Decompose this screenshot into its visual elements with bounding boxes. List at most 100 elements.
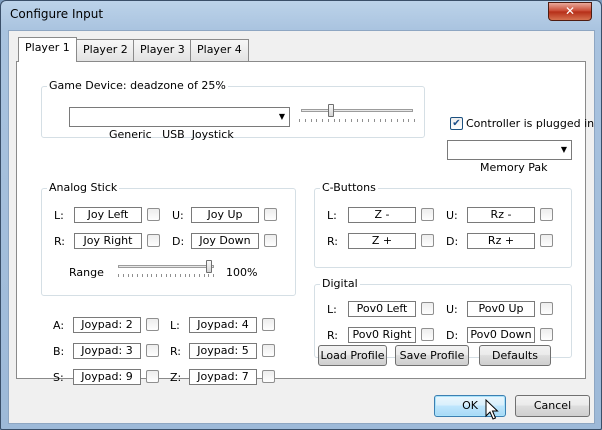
button-b-checkbox[interactable] bbox=[146, 344, 159, 357]
game-device-group: Game Device: deadzone of 25% Generic USB… bbox=[41, 79, 425, 141]
slider-tick bbox=[339, 119, 340, 122]
close-button[interactable]: ✕ bbox=[548, 2, 592, 21]
slider-tick bbox=[166, 274, 167, 277]
digital-left-checkbox[interactable] bbox=[421, 302, 434, 315]
button-l-checkbox[interactable] bbox=[262, 318, 275, 331]
button-s-checkbox[interactable] bbox=[146, 370, 159, 383]
slider-tick bbox=[397, 119, 398, 122]
slider-tick bbox=[189, 274, 190, 277]
device-select[interactable]: Generic USB Joystick ▼ bbox=[69, 107, 290, 141]
c-right-checkbox[interactable] bbox=[421, 234, 434, 247]
slider-tick bbox=[351, 119, 352, 122]
c-buttons-label: C-Buttons bbox=[320, 181, 378, 194]
c-up-checkbox[interactable] bbox=[540, 208, 553, 221]
slider-tick bbox=[305, 119, 306, 122]
load-profile-button[interactable]: Load Profile bbox=[318, 345, 387, 366]
c-right-field[interactable]: Z + bbox=[348, 233, 416, 249]
slider-tick bbox=[185, 274, 186, 277]
tab-player-2[interactable]: Player 2 bbox=[76, 39, 135, 61]
analog-down-checkbox[interactable] bbox=[264, 234, 277, 247]
controller-plugged-checkbox[interactable]: ✔ bbox=[450, 117, 463, 130]
range-slider-thumb[interactable] bbox=[206, 260, 212, 273]
device-selected-value: Generic USB Joystick bbox=[108, 128, 234, 141]
slider-tick bbox=[414, 119, 415, 122]
slider-tick bbox=[142, 274, 143, 277]
button-l-key: L: bbox=[170, 319, 180, 332]
c-left-field[interactable]: Z - bbox=[348, 207, 416, 223]
slider-tick bbox=[385, 119, 386, 122]
slider-tick bbox=[137, 274, 138, 277]
slider-tick bbox=[380, 119, 381, 122]
pak-select[interactable]: Memory Pak ▼ bbox=[447, 140, 572, 174]
tab-player-4[interactable]: Player 4 bbox=[190, 39, 249, 61]
digital-right-field[interactable]: Pov0 Right bbox=[348, 327, 416, 343]
c-buttons-group: C-Buttons L: Z - U: Rz - R: Z + D: Rz + bbox=[314, 181, 572, 268]
configure-input-window: Configure Input ✕ Player 1 Player 2 Play… bbox=[0, 0, 602, 430]
c-up-field[interactable]: Rz - bbox=[467, 207, 535, 223]
button-r-field[interactable]: Joypad: 5 bbox=[189, 343, 257, 359]
save-profile-button[interactable]: Save Profile bbox=[395, 345, 469, 366]
digital-left-key: L: bbox=[327, 303, 337, 316]
analog-up-checkbox[interactable] bbox=[264, 208, 277, 221]
analog-left-key: L: bbox=[54, 209, 64, 222]
button-r-key: R: bbox=[170, 345, 182, 358]
analog-down-field[interactable]: Joy Down bbox=[191, 233, 259, 249]
slider-tick bbox=[161, 274, 162, 277]
button-a-field[interactable]: Joypad: 2 bbox=[73, 317, 141, 333]
cancel-button[interactable]: Cancel bbox=[515, 395, 590, 417]
c-up-key: U: bbox=[446, 209, 458, 222]
c-down-key: D: bbox=[446, 235, 459, 248]
button-z-key: Z: bbox=[170, 371, 182, 384]
button-s-field[interactable]: Joypad: 9 bbox=[73, 369, 141, 385]
pak-selected-value: Memory Pak bbox=[479, 161, 548, 174]
analog-right-field[interactable]: Joy Right bbox=[74, 233, 142, 249]
analog-stick-label: Analog Stick bbox=[47, 181, 120, 194]
defaults-button[interactable]: Defaults bbox=[479, 345, 551, 366]
deadzone-slider-thumb[interactable] bbox=[328, 104, 334, 117]
digital-down-checkbox[interactable] bbox=[540, 328, 553, 341]
digital-right-checkbox[interactable] bbox=[421, 328, 434, 341]
analog-right-checkbox[interactable] bbox=[147, 234, 160, 247]
c-left-checkbox[interactable] bbox=[421, 208, 434, 221]
button-b-field[interactable]: Joypad: 3 bbox=[73, 343, 141, 359]
title-bar[interactable]: Configure Input ✕ bbox=[1, 1, 601, 29]
analog-right-key: R: bbox=[54, 235, 66, 248]
deadzone-slider-ticks bbox=[299, 119, 417, 123]
analog-up-field[interactable]: Joy Up bbox=[191, 207, 259, 223]
range-slider-ticks bbox=[118, 274, 214, 278]
c-down-checkbox[interactable] bbox=[540, 234, 553, 247]
button-a-key: A: bbox=[53, 319, 65, 332]
analog-left-checkbox[interactable] bbox=[147, 208, 160, 221]
button-l-field[interactable]: Joypad: 4 bbox=[189, 317, 257, 333]
digital-up-field[interactable]: Pov0 Up bbox=[467, 301, 535, 317]
deadzone-slider[interactable] bbox=[299, 104, 417, 129]
slider-tick bbox=[345, 119, 346, 122]
button-a-checkbox[interactable] bbox=[146, 318, 159, 331]
digital-down-field[interactable]: Pov0 Down bbox=[467, 327, 535, 343]
chevron-down-icon: ▼ bbox=[560, 145, 567, 154]
slider-tick bbox=[204, 274, 205, 277]
button-z-checkbox[interactable] bbox=[262, 370, 275, 383]
slider-tick bbox=[213, 274, 214, 277]
slider-tick bbox=[403, 119, 404, 122]
slider-tick bbox=[368, 119, 369, 122]
slider-tick bbox=[322, 119, 323, 122]
button-r-checkbox[interactable] bbox=[262, 344, 275, 357]
range-value: 100% bbox=[226, 266, 258, 279]
tab-player-1[interactable]: Player 1 bbox=[18, 37, 77, 62]
slider-tick bbox=[374, 119, 375, 122]
c-down-field[interactable]: Rz + bbox=[467, 233, 535, 249]
range-slider[interactable] bbox=[118, 260, 218, 283]
button-z-field[interactable]: Joypad: 7 bbox=[189, 369, 257, 385]
digital-up-checkbox[interactable] bbox=[540, 302, 553, 315]
slider-tick bbox=[118, 274, 119, 277]
chevron-down-icon: ▼ bbox=[278, 112, 285, 121]
analog-up-key: U: bbox=[172, 209, 184, 222]
digital-left-field[interactable]: Pov0 Left bbox=[348, 301, 416, 317]
slider-tick bbox=[357, 119, 358, 122]
button-b-key: B: bbox=[53, 345, 65, 358]
c-left-key: L: bbox=[327, 209, 337, 222]
analog-left-field[interactable]: Joy Left bbox=[74, 207, 142, 223]
tab-player-3[interactable]: Player 3 bbox=[133, 39, 192, 61]
slider-tick bbox=[199, 274, 200, 277]
